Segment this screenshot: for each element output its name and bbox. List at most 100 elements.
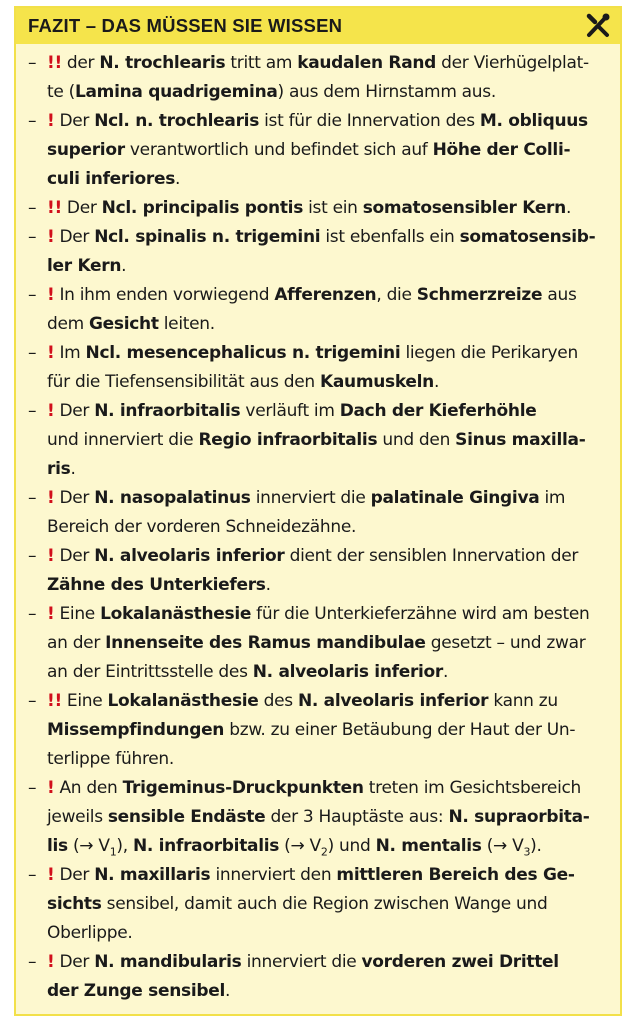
importance-mark: !!: [47, 691, 62, 711]
bold-term: somatosensib-: [459, 227, 596, 247]
fact-item: –! Im Ncl. mesencephalicus n. trigemini l…: [28, 339, 606, 397]
text-run: liegen die Perikaryen: [400, 343, 578, 363]
bold-term: N. alveolaris inferior: [252, 662, 444, 682]
bold-term: Zähne des Unterkiefers: [47, 575, 266, 595]
importance-mark: !: [47, 546, 55, 566]
text-run: Der: [59, 952, 95, 972]
text-run: Der: [59, 401, 95, 421]
bold-term: Schmerzreize: [416, 285, 543, 305]
bold-term: Ncl. mesencephalicus n. trigemini: [85, 343, 401, 363]
text-run: und innerviert die: [47, 430, 199, 450]
fact-item: –! Der Ncl. n. trochlearis ist für die In…: [28, 107, 606, 194]
text-run: Der: [59, 111, 95, 131]
list-dash: –: [28, 488, 37, 508]
bold-term: palatinale Gingiva: [370, 488, 540, 508]
text-run: ist ein: [303, 198, 363, 218]
fact-item: –! Eine Lokalanästhesie für die Unterkief…: [28, 600, 606, 687]
bold-term: Lokalanästhesie: [100, 604, 252, 624]
list-dash: –: [28, 952, 37, 972]
bold-term: N. infraorbitalis: [132, 836, 280, 856]
text-run: Der: [59, 546, 95, 566]
text-run: .: [443, 662, 449, 682]
text-run: (→ V: [279, 836, 321, 856]
list-dash: –: [28, 198, 37, 218]
list-dash: –: [28, 865, 37, 885]
fact-item: –! Der Ncl. spinalis n. trigemini ist ebe…: [28, 223, 606, 281]
text-run: dient der sensiblen Innervation der: [284, 546, 579, 566]
importance-mark: !: [47, 778, 55, 798]
list-dash: –: [28, 285, 37, 305]
text-run: (→ V: [481, 836, 524, 856]
text-run: te (: [47, 82, 75, 102]
text-run: , die: [376, 285, 417, 305]
text-run: jeweils: [47, 807, 108, 827]
crossed-tools-icon: [586, 13, 610, 37]
text-run: an der: [47, 633, 106, 653]
text-run: sensibel, damit auch die Region zwischen…: [101, 894, 548, 914]
importance-mark: !: [47, 285, 55, 305]
list-dash: –: [28, 53, 37, 73]
text-run: gesetzt – und zwar: [425, 633, 586, 653]
bold-term: Höhe der Colli-: [432, 140, 571, 160]
importance-mark: !: [47, 401, 55, 421]
text-run: innerviert die: [241, 952, 362, 972]
text-run: ).: [530, 836, 542, 856]
text-run: .: [433, 372, 440, 392]
text-run: terlippe führen.: [47, 749, 174, 769]
summary-title: FAZIT – DAS MÜSSEN SIE WISSEN: [28, 15, 343, 36]
text-run: treten im Gesichtsbereich: [363, 778, 582, 798]
bold-term: N. maxillaris: [94, 865, 211, 885]
bold-term: somatosensibler Kern: [362, 198, 567, 218]
importance-mark: !: [47, 227, 55, 247]
text-run: innerviert die: [250, 488, 371, 508]
text-run: tritt am: [225, 53, 298, 73]
text-run: .: [70, 459, 76, 479]
text-run: ist ebenfalls ein: [320, 227, 460, 247]
bold-term: Ncl. principalis pontis: [101, 198, 304, 218]
bold-term: culi inferiores: [47, 169, 176, 189]
list-dash: –: [28, 604, 37, 624]
text-run: .: [265, 575, 271, 595]
text-run: im: [539, 488, 566, 508]
importance-mark: !: [47, 488, 55, 508]
text-run: an der Eintrittsstelle des: [47, 662, 253, 682]
bold-term: N. alveolaris inferior: [94, 546, 285, 566]
text-run: ist für die Innervation des: [259, 111, 480, 131]
fact-item: –!! Der Ncl. principalis pontis ist ein s…: [28, 194, 606, 223]
text-run: innerviert den: [210, 865, 337, 885]
bold-term: ris: [47, 459, 71, 479]
list-dash: –: [28, 227, 37, 247]
text-run: (→ V: [67, 836, 110, 856]
bold-term: Ncl. spinalis n. trigemini: [94, 227, 321, 247]
text-run: der: [66, 53, 100, 73]
bold-term: der Zunge sensibel: [47, 981, 225, 1001]
bold-term: Afferenzen: [274, 285, 377, 305]
bold-term: Kaumuskeln: [319, 372, 434, 392]
bold-term: superior: [47, 140, 125, 160]
bold-term: Ncl. n. trochlearis: [94, 111, 260, 131]
bold-term: Dach der Kieferhöhle: [339, 401, 537, 421]
bold-term: N. alveolaris inferior: [297, 691, 489, 711]
fact-item: –! Der N. mandibularis innerviert die vor…: [28, 948, 606, 1006]
text-run: ) aus dem Hirnstamm aus.: [277, 82, 497, 102]
bold-term: mittleren Bereich des Ge-: [336, 865, 575, 885]
importance-mark: !: [47, 952, 55, 972]
text-run: des: [258, 691, 298, 711]
list-dash: –: [28, 111, 37, 131]
text-run: bzw. zu einer Betäubung der Haut der Un-: [224, 720, 576, 740]
text-run: leiten.: [158, 314, 215, 334]
fact-item: –! Der N. alveolaris inferior dient der s…: [28, 542, 606, 600]
text-run: der 3 Hauptäste aus:: [265, 807, 449, 827]
text-run: Oberlippe.: [47, 923, 133, 943]
importance-mark: !: [47, 865, 55, 885]
text-run: .: [565, 198, 572, 218]
text-run: .: [121, 256, 127, 276]
text-run: Der: [59, 227, 95, 247]
bold-term: ler Kern: [47, 256, 122, 276]
list-dash: –: [28, 778, 37, 798]
bold-term: N. trochlearis: [99, 53, 226, 73]
bold-term: Lamina quadrigemina: [74, 82, 278, 102]
importance-mark: !: [47, 111, 55, 131]
text-run: für die Tiefensensibilität aus den: [47, 372, 320, 392]
list-dash: –: [28, 343, 37, 363]
